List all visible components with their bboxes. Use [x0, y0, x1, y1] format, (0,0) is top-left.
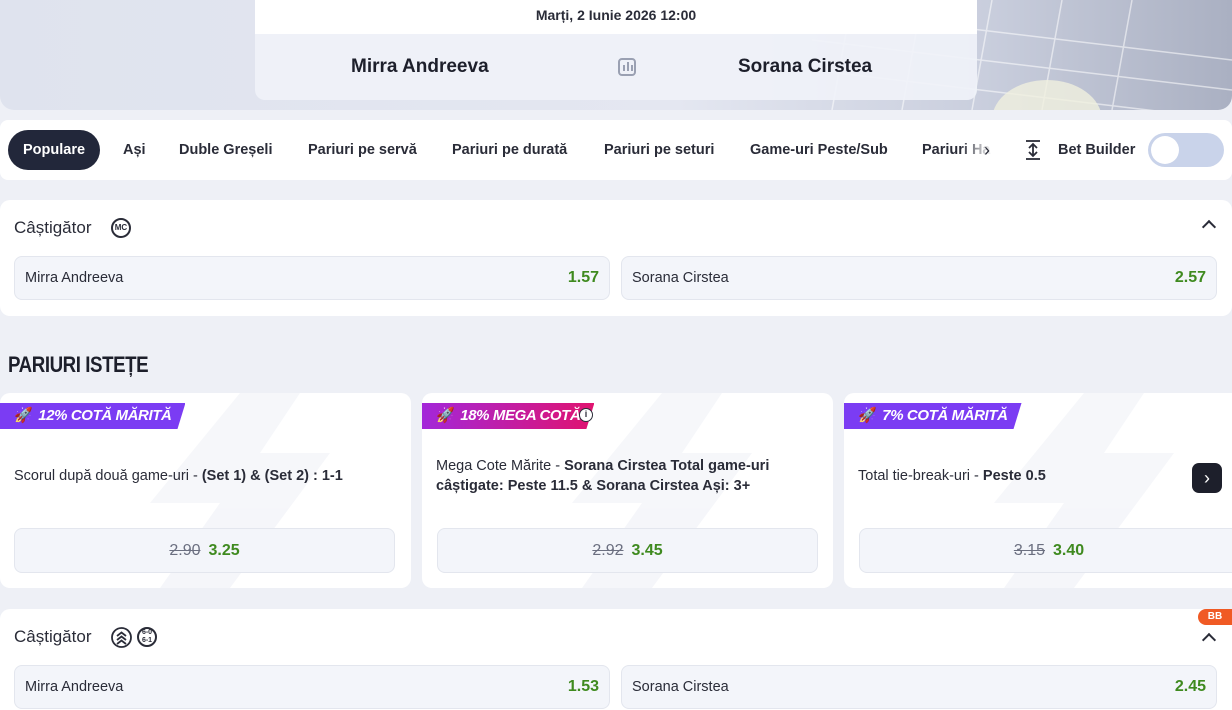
- smart-bet-card: 🚀 7% COTĂ MĂRITĂ Total tie-break-uri - Pe…: [844, 393, 1232, 588]
- mega-boost-badge: 🚀 18% MEGA COTĂ: [422, 403, 594, 429]
- selection-price: 1.53: [567, 678, 599, 695]
- selection-name: Sorana Cirstea: [632, 270, 729, 286]
- carousel-next-button[interactable]: ›: [1192, 463, 1222, 493]
- selection-away[interactable]: Sorana Cirstea 2.57: [621, 256, 1217, 300]
- market-winner-bet-builder: Câștigător Mirra Andreeva 1.53 Sorana Ci…: [0, 609, 1232, 710]
- info-icon[interactable]: i: [579, 408, 593, 422]
- smart-bet-card: 🚀 12% COTĂ MĂRITĂ Scorul după două game-u…: [0, 393, 411, 588]
- stats-icon[interactable]: [618, 58, 636, 76]
- bet-builder-toggle[interactable]: [1148, 133, 1224, 167]
- bet-builder-tag: BB: [1198, 609, 1232, 625]
- set-score-icon: 6-0 6-1: [137, 627, 157, 647]
- rocket-icon: 🚀: [858, 407, 877, 424]
- market-title: Câștigător: [14, 627, 92, 646]
- selection-price: 2.45: [1174, 678, 1206, 695]
- selection-home[interactable]: Mirra Andreeva 1.57: [14, 256, 610, 300]
- smart-bets-title: PARIURI ISTEȚE: [8, 352, 149, 377]
- desc-market: Scorul după două game-uri -: [14, 468, 202, 484]
- boosted-price: 3.45: [631, 542, 663, 559]
- tab-populare[interactable]: Populare: [8, 130, 101, 170]
- boost-badge-label: 12% COTĂ MĂRITĂ: [38, 407, 172, 424]
- expand-vertical-icon[interactable]: [1024, 139, 1042, 161]
- selection-price: 1.57: [567, 269, 599, 286]
- boost-badge: 🚀 7% COTĂ MĂRITĂ: [844, 403, 1022, 429]
- old-price: 2.92: [592, 542, 624, 559]
- away-player-name: Sorana Cirstea: [738, 56, 873, 77]
- selection-name: Mirra Andreeva: [25, 270, 124, 286]
- chevron-up-icon[interactable]: [1201, 219, 1217, 235]
- market-tabs: Populare Ași Duble Greșeli Pariuri pe se…: [0, 120, 1232, 180]
- old-price: 3.15: [1013, 542, 1045, 559]
- mc-icon: MC: [111, 218, 131, 238]
- boosted-price: 3.25: [208, 542, 240, 559]
- toggle-knob: [1151, 136, 1179, 164]
- home-player-name: Mirra Andreeva: [351, 56, 489, 77]
- smart-bet-odds-button[interactable]: 2.92 3.45: [437, 528, 818, 573]
- selection-name: Sorana Cirstea: [632, 679, 729, 695]
- tab-asi[interactable]: Ași: [123, 130, 146, 170]
- smart-bet-card: 🚀 18% MEGA COTĂ i Mega Cote Mărite - Sora…: [422, 393, 833, 588]
- boost-badge-label: 7% COTĂ MĂRITĂ: [882, 407, 1008, 424]
- boosted-price: 3.40: [1053, 542, 1085, 559]
- smart-bet-odds-button[interactable]: 2.90 3.25: [14, 528, 395, 573]
- market-title: Câștigător: [14, 218, 92, 237]
- tab-game-uri-peste-sub[interactable]: Game-uri Peste/Sub: [750, 130, 888, 170]
- chevron-right-icon[interactable]: ›: [984, 140, 990, 161]
- smart-bet-description: Total tie-break-uri - Peste 0.5: [858, 466, 1228, 486]
- boost-badge: 🚀 12% COTĂ MĂRITĂ: [0, 403, 185, 429]
- desc-selection: Peste 0.5: [982, 468, 1046, 484]
- smart-bet-description: Scorul după două game-uri - (Set 1) & (S…: [14, 466, 384, 486]
- desc-market: Total tie-break-uri -: [858, 468, 983, 484]
- smart-bet-odds-button[interactable]: 3.15 3.40: [859, 528, 1232, 573]
- tab-pariuri-pe-durata[interactable]: Pariuri pe durată: [452, 130, 567, 170]
- desc-selection: (Set 1) & (Set 2) : 1-1: [201, 468, 343, 484]
- bet-builder-label: Bet Builder: [1058, 142, 1136, 158]
- stacked-chevrons-icon: [111, 627, 132, 648]
- desc-market: Mega Cote Mărite -: [436, 458, 565, 474]
- tab-pariuri-pe-serva[interactable]: Pariuri pe servă: [308, 130, 417, 170]
- old-price: 2.90: [169, 542, 201, 559]
- boost-badge-label: 18% MEGA COTĂ: [460, 407, 581, 424]
- rocket-icon: 🚀: [436, 407, 455, 424]
- selection-price: 2.57: [1174, 269, 1206, 286]
- rocket-icon: 🚀: [14, 407, 33, 424]
- match-card: Marți, 2 Iunie 2026 12:00 Mirra Andreeva…: [255, 0, 977, 100]
- tabs-fade: [960, 130, 1006, 170]
- tab-duble-greseli[interactable]: Duble Greșeli: [179, 130, 272, 170]
- market-winner: Câștigător MC Mirra Andreeva 1.57 Sorana…: [0, 200, 1232, 316]
- smart-bet-description: Mega Cote Mărite - Sorana Cirstea Total …: [436, 456, 806, 496]
- selection-away[interactable]: Sorana Cirstea 2.45: [621, 665, 1217, 709]
- selection-home[interactable]: Mirra Andreeva 1.53: [14, 665, 610, 709]
- match-date: Marți, 2 Iunie 2026 12:00: [255, 0, 977, 34]
- selection-name: Mirra Andreeva: [25, 679, 124, 695]
- tab-pariuri-pe-seturi[interactable]: Pariuri pe seturi: [604, 130, 714, 170]
- chevron-up-icon[interactable]: [1201, 632, 1217, 648]
